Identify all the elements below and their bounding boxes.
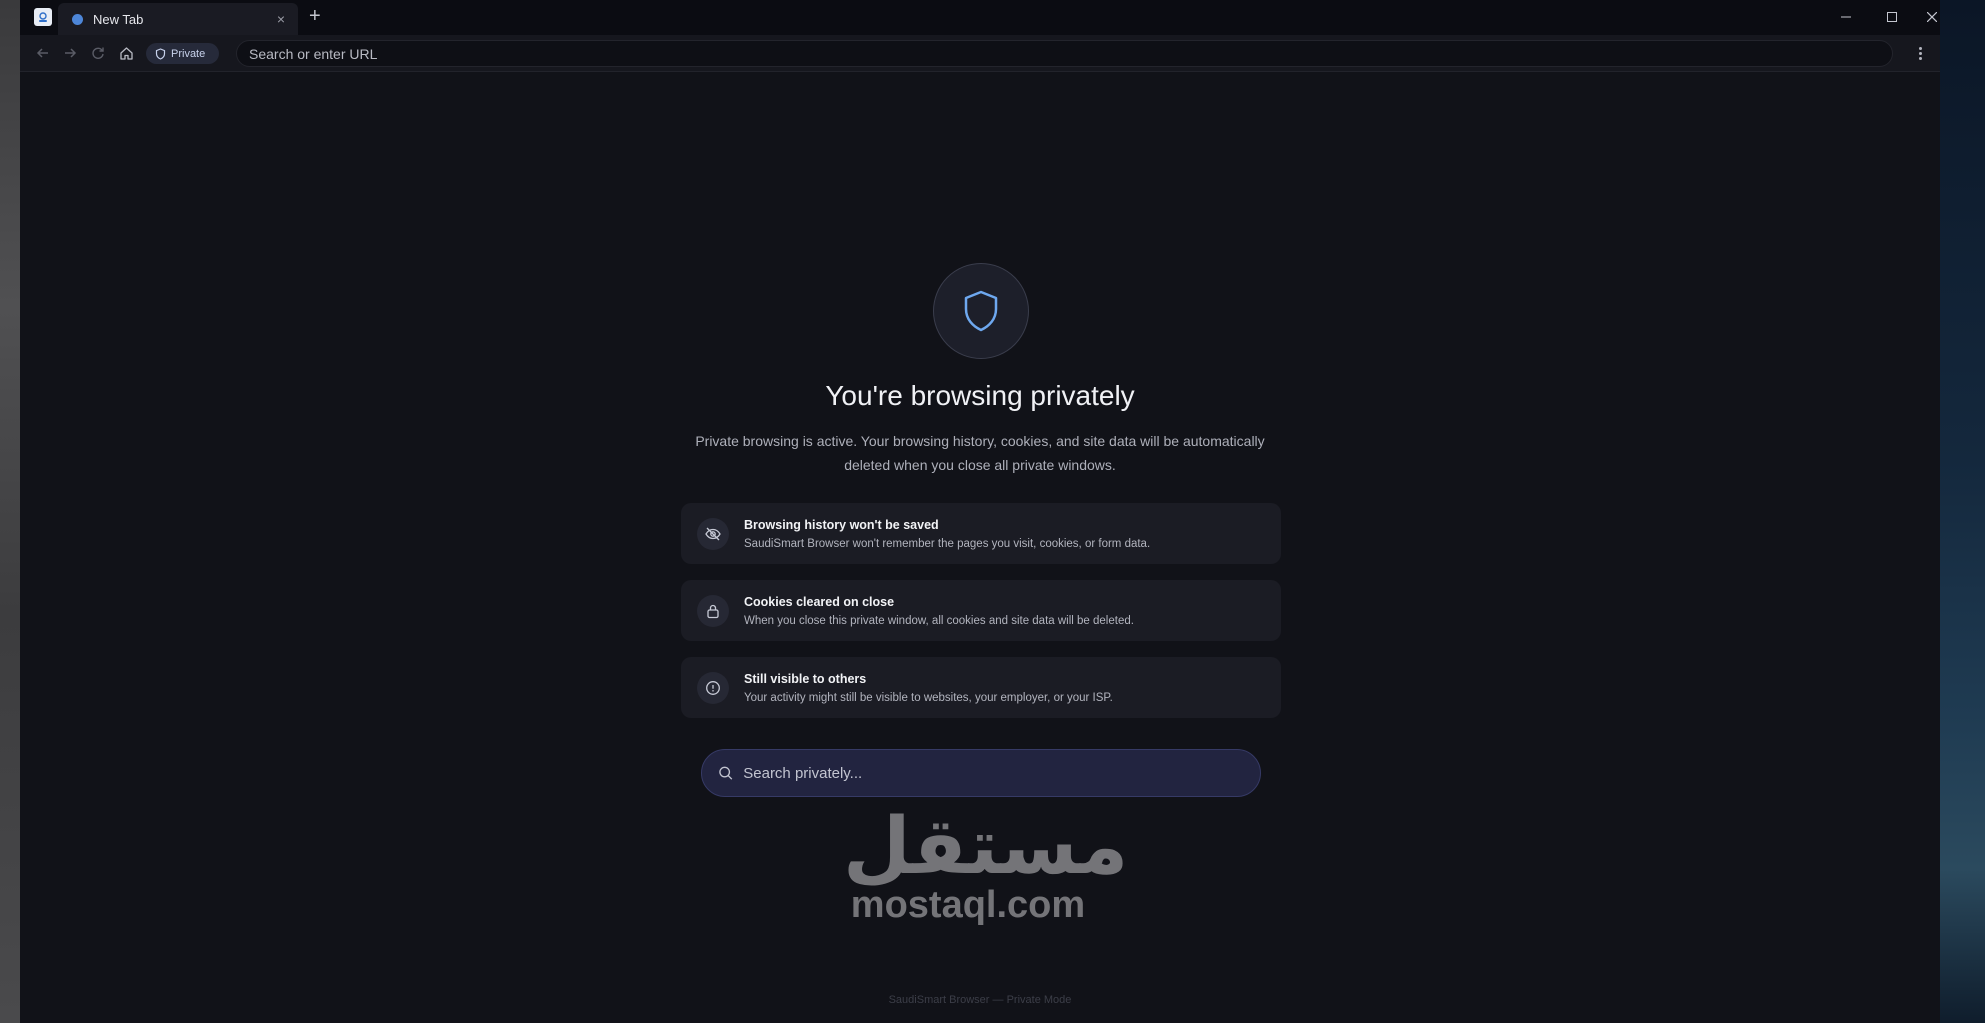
tab-new-tab[interactable]: New Tab × (58, 3, 298, 35)
menu-button[interactable] (1912, 44, 1928, 62)
private-search-input[interactable] (743, 764, 1260, 782)
card-title: Still visible to others (744, 671, 867, 686)
card-title: Browsing history won't be saved (744, 517, 939, 532)
card-description: When you close this private window, all … (744, 614, 1134, 627)
new-tab-button[interactable]: + (309, 5, 321, 27)
card-title: Cookies cleared on close (744, 594, 895, 609)
desktop-background-left (0, 0, 20, 1023)
private-shield-badge (933, 263, 1029, 359)
forward-arrow-icon (65, 48, 77, 58)
home-icon (119, 46, 133, 60)
card-description: SaudiSmart Browser won't remember the pa… (744, 537, 1151, 550)
info-card-history: Browsing history won't be saved SaudiSma… (681, 503, 1281, 564)
footer-text: SaudiSmart Browser — Private Mode (888, 994, 1072, 1006)
info-card-cookies: Cookies cleared on close When you close … (681, 580, 1281, 641)
desktop-background-right (1940, 0, 1985, 1023)
private-search-box[interactable] (701, 749, 1261, 797)
tab-title: New Tab (93, 11, 144, 27)
tab-favicon-icon (72, 13, 83, 25)
reload-button[interactable] (89, 44, 107, 62)
home-button[interactable] (117, 44, 135, 62)
close-tab-icon[interactable]: × (274, 11, 288, 27)
private-new-tab-page: You're browsing privately Private browsi… (20, 72, 1940, 1023)
reload-icon (92, 47, 104, 59)
navigation-toolbar: Private (20, 35, 1940, 72)
private-label: Private (171, 47, 206, 60)
minimize-button[interactable] (1833, 6, 1859, 28)
lock-icon (697, 594, 729, 627)
card-description: Your activity might still be visible to … (744, 691, 1113, 704)
info-icon (697, 671, 729, 704)
menu-dot-icon (1918, 46, 1922, 50)
browser-window: New Tab × + Private Search or enter URL … (20, 0, 1940, 1023)
page-description: Private browsing is active. Your browsin… (695, 433, 1265, 473)
private-mode-badge[interactable]: Private (146, 43, 219, 64)
close-window-button[interactable] (1925, 6, 1939, 28)
page-title: You're browsing privately (825, 380, 1135, 411)
menu-dot-icon (1918, 51, 1922, 55)
url-input[interactable] (249, 45, 1892, 62)
back-arrow-icon (36, 48, 48, 58)
back-button[interactable] (34, 44, 52, 62)
shield-icon (155, 47, 166, 60)
title-bar: New Tab × + (20, 0, 1940, 35)
forward-button[interactable] (61, 44, 79, 62)
shield-icon (964, 290, 998, 332)
maximize-button[interactable] (1879, 6, 1905, 28)
browser-logo-icon (34, 8, 52, 26)
search-icon (719, 766, 733, 780)
eye-off-icon (697, 517, 729, 550)
menu-dot-icon (1918, 56, 1922, 60)
address-bar[interactable] (236, 40, 1893, 67)
info-card-visibility: Still visible to others Your activity mi… (681, 657, 1281, 718)
